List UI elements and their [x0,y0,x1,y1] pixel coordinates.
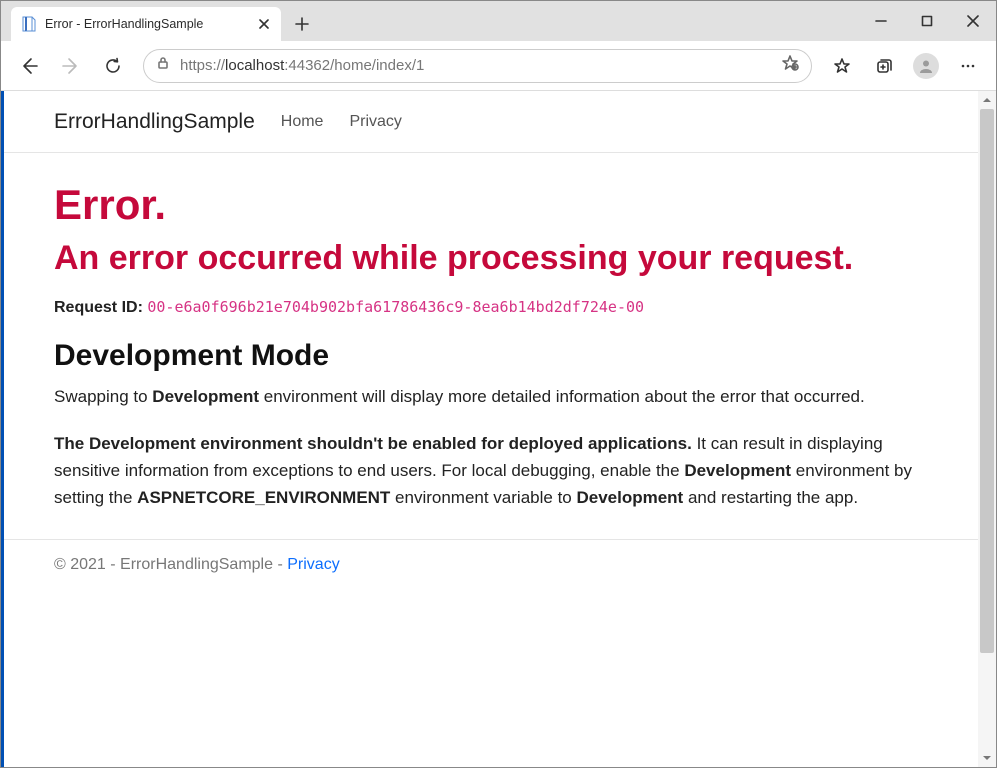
forward-button[interactable] [53,48,89,84]
window-close-button[interactable] [950,1,996,41]
url-host: localhost [225,57,284,74]
browser-tab[interactable]: Error - ErrorHandlingSample [11,7,281,41]
collections-button[interactable] [866,48,902,84]
tab-close-button[interactable] [255,15,273,33]
site-navbar: ErrorHandlingSample Home Privacy [4,91,978,153]
error-title: Error. [54,181,928,229]
vertical-scrollbar[interactable] [978,91,996,767]
browser-window: Error - ErrorHandlingSample [0,0,997,768]
nav-privacy-link[interactable]: Privacy [349,113,401,131]
new-tab-button[interactable] [287,9,317,39]
request-id-label: Request ID: [54,299,143,316]
url-text: https://localhost:44362/home/index/1 [180,57,424,74]
nav-home-link[interactable]: Home [281,113,324,131]
refresh-button[interactable] [95,48,131,84]
url-rest: :44362/home/index/1 [284,57,424,74]
page-favicon [21,16,37,32]
tab-title: Error - ErrorHandlingSample [45,17,247,31]
site-brand[interactable]: ErrorHandlingSample [54,110,255,134]
error-subtitle: An error occurred while processing your … [54,237,928,280]
favorites-button[interactable] [824,48,860,84]
more-button[interactable] [950,48,986,84]
main-content: Error. An error occurred while processin… [4,153,978,511]
avatar-icon [913,53,939,79]
window-minimize-button[interactable] [858,1,904,41]
request-id-line: Request ID: 00-e6a0f696b21e704b902bfa617… [54,298,928,317]
dev-mode-heading: Development Mode [54,339,928,373]
dev-paragraph-1: Swapping to Development environment will… [54,383,928,410]
site-footer: © 2021 - ErrorHandlingSample - Privacy [4,539,978,590]
address-bar[interactable]: https://localhost:44362/home/index/1 [143,49,812,83]
url-scheme: https:// [180,57,225,74]
footer-copyright: © 2021 - ErrorHandlingSample - [54,556,287,573]
titlebar: Error - ErrorHandlingSample [1,1,996,41]
window-controls [858,1,996,41]
profile-button[interactable] [908,48,944,84]
footer-privacy-link[interactable]: Privacy [287,556,339,573]
back-button[interactable] [11,48,47,84]
scroll-up-arrow[interactable] [978,91,996,109]
add-favorite-icon[interactable] [781,54,799,77]
page-content: ErrorHandlingSample Home Privacy Error. … [4,91,978,767]
request-id-value: 00-e6a0f696b21e704b902bfa61786436c9-8ea6… [147,298,644,316]
page-viewport: ErrorHandlingSample Home Privacy Error. … [1,91,996,767]
dev-paragraph-2: The Development environment shouldn't be… [54,430,928,512]
scroll-down-arrow[interactable] [978,749,996,767]
window-maximize-button[interactable] [904,1,950,41]
scroll-thumb[interactable] [980,109,994,653]
scroll-track[interactable] [978,109,996,749]
browser-toolbar: https://localhost:44362/home/index/1 [1,41,996,91]
lock-icon [156,56,170,75]
